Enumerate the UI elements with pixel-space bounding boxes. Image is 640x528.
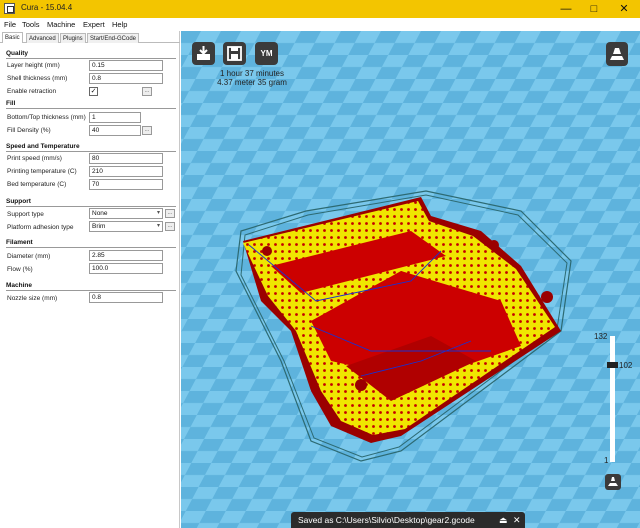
eject-icon[interactable]: ⏏ xyxy=(499,512,508,528)
3d-viewport[interactable]: YM 1 hour 37 minutes 4.37 meter 35 gram … xyxy=(181,31,640,528)
close-window-button[interactable]: ✕ xyxy=(611,1,637,17)
window-titlebar: Cura - 15.04.4 — □ ✕ xyxy=(0,0,640,18)
layer-slider-handle[interactable] xyxy=(607,362,618,368)
retraction-more-button[interactable]: ... xyxy=(142,87,152,96)
save-icon xyxy=(227,46,242,61)
section-machine: Machine xyxy=(6,282,33,289)
print-speed-label: Print speed (mm/s) xyxy=(7,155,62,162)
tab-advanced[interactable]: Advanced xyxy=(26,33,59,43)
load-model-button[interactable] xyxy=(192,42,215,65)
window-title: Cura - 15.04.4 xyxy=(21,3,73,12)
settings-tabs: Basic Advanced Plugins Start/End-GCode xyxy=(0,32,180,43)
layer-view-button[interactable] xyxy=(605,474,621,490)
print-time: 1 hour 37 minutes xyxy=(219,69,285,78)
flow-input[interactable]: 100.0 xyxy=(89,263,163,274)
layer-height-input[interactable]: 0.15 xyxy=(89,60,163,71)
platform-adhesion-label: Platform adhesion type xyxy=(7,224,74,231)
youmagine-button[interactable]: YM xyxy=(255,42,278,65)
maximize-button[interactable]: □ xyxy=(581,1,607,17)
minimize-button[interactable]: — xyxy=(553,1,579,17)
adhesion-more-button[interactable]: ... xyxy=(165,222,175,231)
layer-min-label: 1 xyxy=(604,456,609,465)
layer-current-label: 102 xyxy=(619,361,633,370)
bottom-top-thickness-input[interactable]: 1 xyxy=(89,112,141,123)
section-filament: Filament xyxy=(6,239,33,246)
settings-panel: Basic Advanced Plugins Start/End-GCode Q… xyxy=(0,31,180,528)
menu-tools[interactable]: Tools xyxy=(22,20,40,29)
shell-thickness-input[interactable]: 0.8 xyxy=(89,73,163,84)
nozzle-size-label: Nozzle size (mm) xyxy=(7,295,58,302)
section-quality: Quality xyxy=(6,50,29,57)
support-type-select[interactable]: None ▾ xyxy=(89,208,163,219)
menu-help[interactable]: Help xyxy=(112,20,127,29)
cura-app-icon xyxy=(4,3,15,14)
flow-label: Flow (%) xyxy=(7,266,33,273)
nozzle-size-input[interactable]: 0.8 xyxy=(89,292,163,303)
layer-slider-track[interactable] xyxy=(610,336,615,462)
section-divider xyxy=(6,247,176,248)
diameter-input[interactable]: 2.85 xyxy=(89,250,163,261)
chevron-down-icon: ▾ xyxy=(156,223,160,229)
section-divider xyxy=(6,151,176,152)
menu-expert[interactable]: Expert xyxy=(83,20,105,29)
shell-thickness-label: Shell thickness (mm) xyxy=(7,75,68,82)
load-icon xyxy=(197,46,210,60)
support-type-label: Support type xyxy=(7,211,44,218)
menu-bar: File Tools Machine Expert Help xyxy=(0,18,640,31)
mounting-hole xyxy=(489,240,499,250)
section-speed-temperature: Speed and Temperature xyxy=(6,143,80,150)
section-divider xyxy=(6,290,176,291)
enable-retraction-checkbox[interactable]: ✓ xyxy=(89,87,98,96)
fill-density-label: Fill Density (%) xyxy=(7,127,51,134)
build-plate-scene xyxy=(181,31,640,528)
support-more-button[interactable]: ... xyxy=(165,209,175,218)
bed-temperature-label: Bed temperature (C) xyxy=(7,181,67,188)
chevron-down-icon: ▾ xyxy=(156,210,160,216)
view-mode-button[interactable] xyxy=(606,42,628,66)
bottom-top-thickness-label: Bottom/Top thickness (mm) xyxy=(7,114,86,121)
enable-retraction-label: Enable retraction xyxy=(7,88,57,95)
platform-adhesion-select[interactable]: Brim ▾ xyxy=(89,221,163,232)
section-divider xyxy=(6,58,176,59)
mounting-hole xyxy=(541,291,553,303)
bed-temperature-input[interactable]: 70 xyxy=(89,179,163,190)
printing-temperature-label: Printing temperature (C) xyxy=(7,168,77,175)
support-type-value: None xyxy=(92,210,108,217)
tab-plugins[interactable]: Plugins xyxy=(60,33,86,43)
platform-adhesion-value: Brim xyxy=(92,223,106,230)
tab-start-end-gcode[interactable]: Start/End-GCode xyxy=(87,33,140,43)
save-notification: Saved as C:\Users\Silvio\Desktop\gear2.g… xyxy=(291,512,525,528)
close-notification-button[interactable]: ✕ xyxy=(513,512,521,528)
save-gcode-button[interactable] xyxy=(223,42,246,65)
tab-basic[interactable]: Basic xyxy=(2,32,23,43)
mounting-hole xyxy=(262,246,272,256)
mounting-hole xyxy=(355,379,367,391)
layer-height-label: Layer height (mm) xyxy=(7,62,60,69)
section-divider xyxy=(6,206,176,207)
fill-more-button[interactable]: ... xyxy=(142,126,152,135)
save-notification-text: Saved as C:\Users\Silvio\Desktop\gear2.g… xyxy=(298,515,475,525)
menu-file[interactable]: File xyxy=(4,20,16,29)
section-support: Support xyxy=(6,198,31,205)
print-material: 4.37 meter 35 gram xyxy=(217,78,287,87)
fill-density-input[interactable]: 40 xyxy=(89,125,141,136)
menu-machine[interactable]: Machine xyxy=(47,20,75,29)
layer-max-label: 132 xyxy=(594,332,608,341)
section-divider xyxy=(6,108,176,109)
view-mode-icon xyxy=(610,48,624,60)
diameter-label: Diameter (mm) xyxy=(7,253,51,260)
print-speed-input[interactable]: 80 xyxy=(89,153,163,164)
section-fill: Fill xyxy=(6,100,16,107)
printing-temperature-input[interactable]: 210 xyxy=(89,166,163,177)
layers-icon xyxy=(608,477,618,486)
